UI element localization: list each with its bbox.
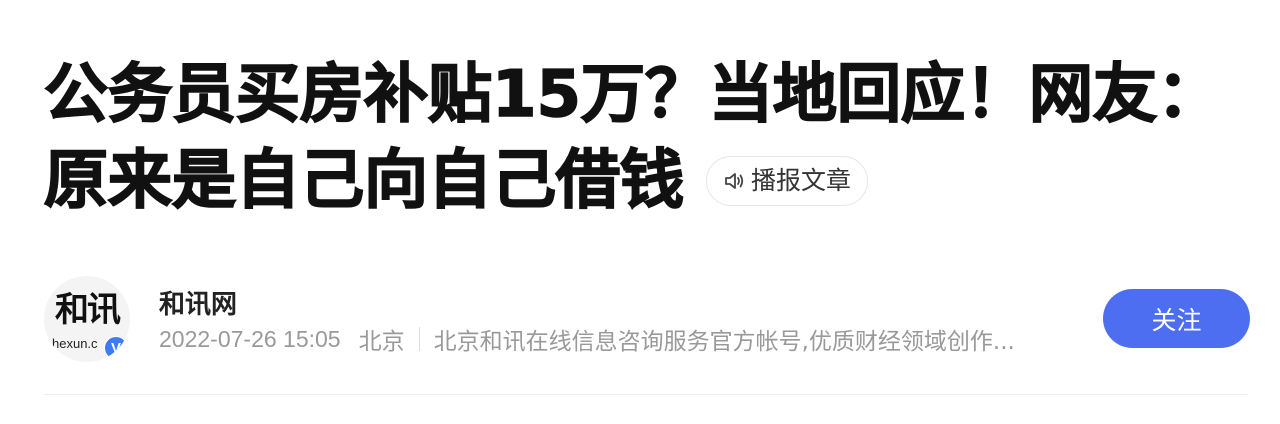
avatar-logo: 和讯 <box>55 290 121 330</box>
author-name[interactable]: 和讯网 <box>159 284 237 321</box>
follow-button[interactable]: 关注 <box>1103 289 1250 348</box>
article-meta: 2022-07-26 15:05 北京 北京和讯在线信息咨询服务官方帐号,优质财… <box>159 324 1015 356</box>
publish-location: 北京 <box>358 329 405 355</box>
article-header: 公务员买房补贴15万？当地回应！网友： 原来是自己向自己借钱 播报文章 和讯 h… <box>0 0 1280 424</box>
author-avatar[interactable]: 和讯 hexun.c V <box>44 276 130 362</box>
read-article-label: 播报文章 <box>751 166 852 195</box>
author-info: 和讯 hexun.c V 和讯网 2022-07-26 15:05 北京 北京和… <box>44 274 1250 366</box>
read-article-button[interactable]: 播报文章 <box>706 156 869 206</box>
article-title-line-2-row: 原来是自己向自己借钱 播报文章 <box>43 138 1244 224</box>
verified-icon: V <box>104 336 128 360</box>
article-title-line-2: 原来是自己向自己借钱 <box>43 143 685 219</box>
meta-divider <box>418 327 420 351</box>
article-title: 公务员买房补贴15万？当地回应！网友： 原来是自己向自己借钱 播报文章 <box>43 52 1244 224</box>
section-divider <box>44 394 1248 395</box>
speaker-icon <box>721 168 747 194</box>
publish-time: 2022-07-26 15:05 <box>159 325 341 352</box>
avatar-domain-text: hexun.c <box>52 336 98 351</box>
article-title-line-1: 公务员买房补贴15万？当地回应！网友： <box>43 57 1222 133</box>
author-description: 北京和讯在线信息咨询服务官方帐号,优质财经领域创作... <box>433 329 1015 355</box>
